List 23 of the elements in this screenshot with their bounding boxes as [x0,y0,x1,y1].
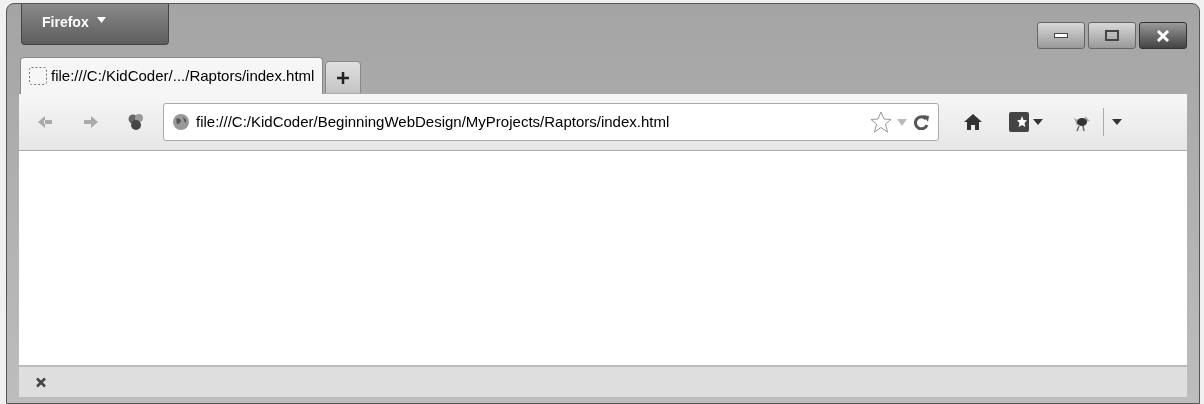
close-icon [1156,29,1170,42]
caret-icon [96,17,106,23]
address-bar[interactable]: file:///C:/KidCoder/BeginningWebDesign/MyProjects/Raptors/index.html [163,103,939,141]
maximize-icon [1105,30,1119,41]
globe-icon [172,113,190,131]
tab[interactable]: file:///C:/KidCoder/.../Raptors/index.html [20,57,324,94]
new-tab-button[interactable] [325,61,362,94]
home-icon[interactable] [963,113,983,131]
dropdown-arrow-icon[interactable] [1033,118,1043,126]
star-icon[interactable] [870,111,892,133]
close-button[interactable] [1139,22,1187,49]
app-menu-button[interactable]: Firefox [21,4,169,45]
dropdown-arrow-icon[interactable] [1112,118,1122,126]
minimize-icon [1054,33,1068,38]
bookmarks-icon[interactable] [1009,112,1029,132]
minimize-button[interactable] [1037,22,1085,49]
page-icon [29,67,47,85]
circles-icon[interactable] [127,113,145,131]
reload-icon[interactable] [914,114,930,130]
plus-icon [336,70,351,85]
maximize-button[interactable] [1088,22,1136,49]
url-text: file:///C:/KidCoder/BeginningWebDesign/MyProjects/Raptors/index.html [196,111,671,132]
close-icon[interactable] [35,376,47,388]
